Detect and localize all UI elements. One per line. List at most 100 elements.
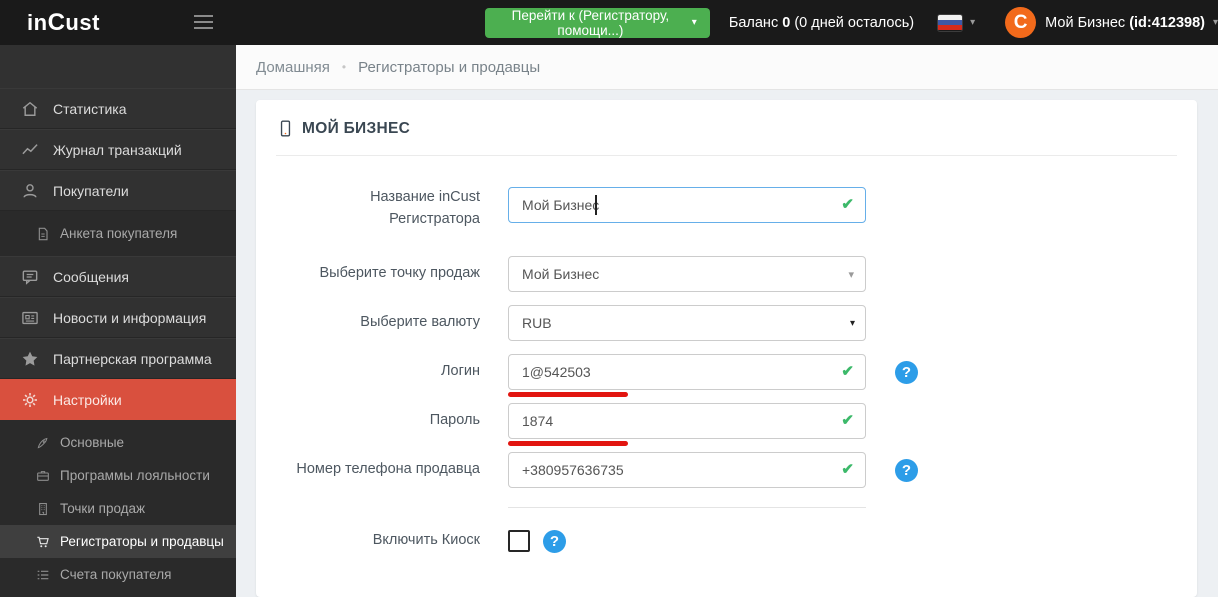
form-row-kiosk: Включить Киоск ? [276,529,1177,554]
valid-check-icon: ✔ [841,362,854,380]
rocket-icon [35,435,51,451]
goto-button-label: Перейти к (Регистратору, помощи...) [511,7,670,38]
registrator-name-input[interactable] [508,187,866,223]
person-icon [20,181,40,201]
sidebar-item-points-of-sale[interactable]: Точки продаж [0,492,236,525]
red-underline-annotation [508,440,628,446]
sidebar-item-customer-accounts[interactable]: Счета покупателя [0,558,236,591]
form-row-name: Название inCust Регистратора ✔ [276,187,1177,231]
form-row-currency: Выберите валюту RUB ▾ [276,304,1177,341]
kiosk-checkbox[interactable] [508,530,530,553]
sidebar-subgroup-customers: Анкета покупателя [0,211,236,256]
chart-icon [20,140,40,160]
password-input[interactable] [508,402,866,439]
home-icon [20,99,40,119]
registrator-form: Название inCust Регистратора ✔ Выберите … [276,187,1177,553]
list-icon [35,567,51,583]
menu-toggle-icon[interactable] [194,15,213,33]
sidebar-item-transactions[interactable]: Журнал транзакций [0,129,236,170]
sidebar-item-general[interactable]: Основные [0,426,236,459]
chevron-down-icon: ▾ [1212,17,1218,28]
sidebar-item-label: Журнал транзакций [53,141,182,158]
sidebar-item-label: Основные [60,435,125,450]
form-row-point-of-sale: Выберите точку продаж Мой Бизнес ▾ [276,255,1177,292]
help-icon[interactable]: ? [895,360,918,384]
field-label: Номер телефона продавца [296,460,480,477]
sidebar-item-loyalty-programs[interactable]: Программы лояльности [0,459,236,492]
incust-logo[interactable]: inCust [27,9,100,37]
sidebar-item-messages[interactable]: Сообщения [0,256,236,297]
registrator-card: МОЙ БИЗНЕС Название inCust Регистратора … [256,100,1197,597]
sidebar-item-label: Анкета покупателя [60,226,178,241]
page-title: МОЙ БИЗНЕС [276,119,1177,138]
news-icon [20,308,40,328]
form-row-login: Логин ✔ ? [276,353,1177,397]
account-name: Мой Бизнес (id:412398) [1045,14,1205,31]
cart-icon [35,534,51,550]
breadcrumb-current: Регистраторы и продавцы [358,58,541,76]
sidebar-subgroup-settings: Основные Программы лояльности Точки прод… [0,420,236,597]
valid-check-icon: ✔ [841,196,854,213]
title-divider [276,155,1177,156]
header-brand-area: inCust [0,0,236,45]
star-icon [20,349,40,369]
chevron-down-icon: ▾ [970,17,976,28]
sidebar-item-label: Счета покупателя [60,567,172,582]
sidebar-item-label: Точки продаж [60,501,146,516]
login-input[interactable] [508,353,866,390]
sidebar-item-label: Настройки [53,391,122,408]
chevron-down-icon: ▾ [691,17,697,28]
sidebar-item-news[interactable]: Новости и информация [0,297,236,338]
seller-phone-input[interactable] [508,451,866,488]
text-cursor [595,195,597,215]
form-divider [508,506,866,508]
sidebar-nav: Статистика Журнал транзакций Покупатели … [0,45,236,597]
sidebar-item-customers[interactable]: Покупатели [0,170,236,211]
language-selector[interactable]: ▾ [938,14,976,31]
field-label: Название inCust Регистратора [370,189,480,227]
document-icon [35,226,51,242]
russian-flag-icon [938,14,963,31]
page-title-text: МОЙ БИЗНЕС [302,119,411,137]
content-area: МОЙ БИЗНЕС Название inCust Регистратора … [236,90,1218,597]
sidebar-item-registrators-sellers[interactable]: Регистраторы и продавцы [0,525,236,558]
sidebar-item-label: Сообщения [53,268,129,285]
account-menu[interactable]: C Мой Бизнес (id:412398) ▾ [1005,7,1218,38]
business-avatar: C [1005,7,1037,38]
currency-select[interactable]: RUB [508,304,866,341]
breadcrumb-separator: • [341,60,347,74]
sidebar-item-label: Новости и информация [53,309,207,326]
top-header: inCust Перейти к (Регистратору, помощи..… [0,0,1218,45]
help-icon[interactable]: ? [895,458,918,482]
sidebar-item-statistics[interactable]: Статистика [0,88,236,129]
valid-check-icon: ✔ [841,460,854,478]
field-label: Выберите валюту [360,313,480,330]
tablet-icon [276,119,295,138]
sidebar-item-settings[interactable]: Настройки [0,379,236,420]
sidebar-item-label: Программы лояльности [60,468,210,483]
field-label: Включить Киоск [372,531,480,548]
gear-icon [20,390,40,410]
form-row-seller-phone: Номер телефона продавца ✔ ? [276,451,1177,488]
field-label: Выберите точку продаж [319,264,480,281]
sidebar-item-label: Регистраторы и продавцы [60,534,224,549]
sidebar-item-customer-form[interactable]: Анкета покупателя [0,217,236,250]
red-underline-annotation [508,391,628,397]
goto-registrator-button[interactable]: Перейти к (Регистратору, помощи...) ▾ [485,7,710,38]
sidebar-item-label: Партнерская программа [53,350,212,367]
sidebar-item-partner-program[interactable]: Партнерская программа [0,338,236,379]
form-row-password: Пароль ✔ [276,402,1177,446]
point-of-sale-select[interactable]: Мой Бизнес [508,255,866,292]
field-label: Логин [441,362,480,379]
briefcase-icon [35,468,51,484]
field-label: Пароль [429,411,480,428]
balance-status: Баланс 0 (0 дней осталось) [728,14,915,31]
help-icon[interactable]: ? [543,529,566,553]
valid-check-icon: ✔ [841,411,854,429]
breadcrumb: Домашняя • Регистраторы и продавцы [236,45,1218,90]
sidebar-item-label: Статистика [53,100,127,117]
sidebar-item-label: Покупатели [53,182,129,199]
chat-icon [20,267,40,287]
breadcrumb-home-link[interactable]: Домашняя [256,59,330,76]
building-icon [35,501,51,517]
